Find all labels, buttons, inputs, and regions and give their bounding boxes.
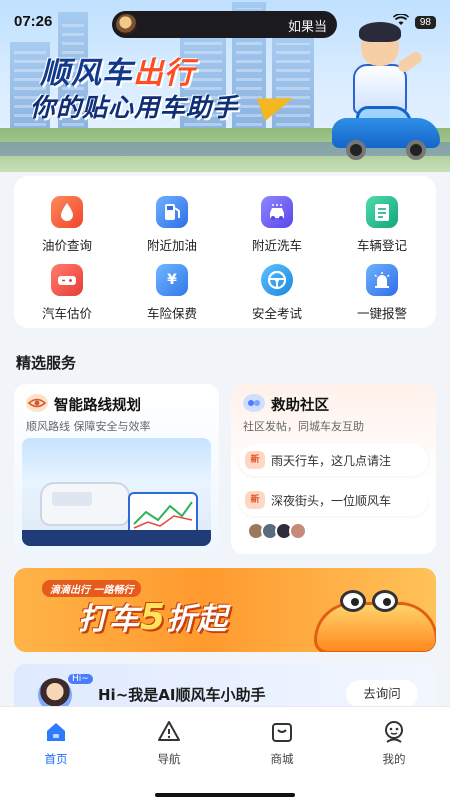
banner-title: 顺风车出行 — [40, 48, 195, 92]
dynamic-island[interactable]: 如果当 — [112, 11, 337, 38]
navigation-icon — [156, 719, 182, 745]
cartoon-car-illustration — [310, 576, 436, 652]
service-label: 附近洗车 — [251, 238, 302, 253]
banner-subtitle: 你的贴心用车助手 — [30, 93, 239, 122]
eye-icon — [26, 394, 48, 412]
home-icon — [43, 719, 69, 745]
banner-title-main: 顺风车 — [40, 56, 133, 91]
promo-text-number: 5 — [140, 597, 167, 638]
assistant-text: Hi~我是AI顺风车小助手 — [98, 686, 266, 704]
route-planning-card[interactable]: 智能路线规划 顺风路线 保障安全与效率 — [14, 384, 219, 554]
nav-navigation[interactable]: 导航 — [129, 719, 209, 775]
community-post[interactable]: 新 雨天行车，这几点请注 — [239, 444, 428, 476]
oil-price-icon — [51, 196, 83, 228]
car-wash-icon — [261, 196, 293, 228]
route-illustration — [22, 438, 211, 546]
service-label: 一键报警 — [356, 306, 407, 321]
status-time: 07:26 — [14, 13, 53, 30]
service-label: 汽车估价 — [41, 306, 92, 321]
community-post[interactable]: 新 深夜街头，一位顺风车 — [239, 484, 428, 516]
promo-text-after: 折起 — [166, 602, 229, 637]
service-one-click-alarm[interactable]: 一键报警 — [329, 258, 435, 326]
service-label: 车险保费 — [146, 306, 197, 321]
nav-label: 商城 — [270, 752, 294, 766]
car-illustration — [332, 104, 440, 160]
alarm-icon — [366, 264, 398, 296]
megaphone-icon — [260, 88, 300, 118]
route-card-subtitle: 顺风路线 保障安全与效率 — [26, 420, 151, 433]
notification-text: 如果当 — [287, 20, 327, 35]
route-card-title: 智能路线规划 — [54, 398, 141, 414]
service-nearby-fuel[interactable]: 附近加油 — [119, 190, 225, 258]
nav-shop[interactable]: 商城 — [242, 719, 322, 775]
fuel-station-icon — [156, 196, 188, 228]
registration-icon — [366, 196, 398, 228]
promo-text-before: 打车 — [78, 602, 140, 637]
service-car-wash[interactable]: 附近洗车 — [224, 190, 330, 258]
nav-label: 导航 — [157, 752, 181, 766]
section-title: 精选服务 — [16, 354, 77, 372]
car-illustration — [40, 482, 130, 526]
rescue-community-card[interactable]: 救助社区 社区发帖，同城车友互助 新 雨天行车，这几点请注 新 深夜街头，一位顺… — [231, 384, 436, 554]
banner-title-highlight: 出行 — [133, 56, 195, 91]
service-vehicle-registration[interactable]: 车辆登记 — [329, 190, 435, 258]
profile-icon — [381, 719, 407, 745]
service-car-valuation[interactable]: 汽车估价 — [14, 258, 120, 326]
nav-label: 我的 — [382, 752, 406, 766]
steering-wheel-icon — [261, 264, 293, 296]
insurance-icon: ¥ — [156, 264, 188, 296]
service-label: 油价查询 — [41, 238, 92, 253]
post-text: 雨天行车，这几点请注 — [271, 454, 392, 468]
app-screen: 07:26 如果当 98 顺风车出行 你的贴心用车助手 油价查询 附近加油 附近… — [0, 0, 450, 800]
community-icon — [243, 394, 265, 412]
service-safety-exam[interactable]: 安全考试 — [224, 258, 330, 326]
promo-text: 打车5折起 — [78, 594, 228, 638]
car-valuation-icon — [51, 264, 83, 296]
avatar — [289, 522, 307, 540]
shop-icon — [269, 719, 295, 745]
service-label: 安全考试 — [251, 306, 302, 321]
nav-home[interactable]: 首页 — [16, 719, 96, 775]
promo-banner[interactable]: 滴滴出行 一路畅行 打车5折起 — [14, 568, 436, 652]
notification-avatar — [116, 14, 137, 35]
hero-banner[interactable]: 07:26 如果当 98 顺风车出行 你的贴心用车助手 — [0, 0, 450, 172]
home-indicator — [155, 793, 295, 797]
member-avatars — [247, 522, 307, 540]
new-badge: 新 — [245, 451, 265, 469]
map-ground — [22, 530, 211, 546]
ask-button[interactable]: 去询问 — [346, 680, 418, 708]
community-card-title: 救助社区 — [271, 398, 329, 414]
service-grid: 油价查询 附近加油 附近洗车 车辆登记 汽车估价 ¥ 车险保费 安全考试 一键报… — [14, 176, 436, 328]
service-label: 车辆登记 — [356, 238, 407, 253]
post-text: 深夜街头，一位顺风车 — [271, 494, 392, 508]
nav-profile[interactable]: 我的 — [354, 719, 434, 775]
hi-badge: Hi~ — [68, 674, 93, 684]
service-label: 附近加油 — [146, 238, 197, 253]
bottom-nav: 首页 导航 商城 我的 — [0, 706, 450, 800]
nav-label: 首页 — [44, 752, 68, 766]
new-badge: 新 — [245, 491, 265, 509]
service-insurance[interactable]: ¥ 车险保费 — [119, 258, 225, 326]
community-card-subtitle: 社区发帖，同城车友互助 — [243, 420, 364, 433]
service-oil-price[interactable]: 油价查询 — [14, 190, 120, 258]
